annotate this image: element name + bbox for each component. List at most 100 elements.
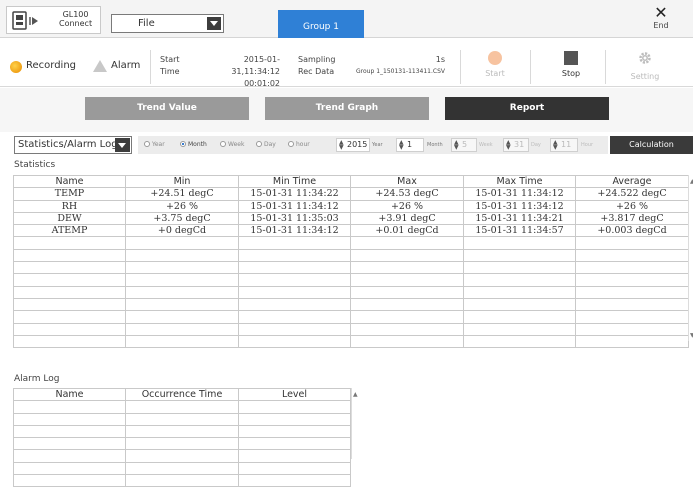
- table-cell: [575, 322, 689, 336]
- file-dropdown[interactable]: File: [111, 14, 224, 33]
- sampling-label: Sampling: [298, 55, 336, 64]
- sampling-value: 1s: [435, 55, 445, 64]
- column-header: Occurrence Time: [125, 387, 239, 402]
- table-cell: [350, 297, 464, 312]
- year-stepper[interactable]: ▲ ▼ 2015: [336, 138, 370, 152]
- month-stepper[interactable]: ▲ ▼ 1: [396, 138, 424, 152]
- table-row-empty: [13, 449, 351, 463]
- log-type-dropdown[interactable]: Statistics/Alarm Log: [14, 136, 132, 154]
- table-cell: [13, 297, 126, 312]
- table-cell: [238, 449, 351, 463]
- table-cell: [13, 322, 126, 336]
- sampling-labels: Sampling Rec Data: [298, 54, 335, 78]
- radio-circle-icon: [256, 141, 262, 147]
- table-cell: +0.01 degCd: [350, 224, 464, 238]
- statistics-title: Statistics: [14, 160, 56, 170]
- chevron-down-icon: [207, 17, 221, 30]
- radio-label: Year: [152, 141, 165, 148]
- table-cell: ATEMP: [13, 224, 126, 238]
- start-button[interactable]: Start: [470, 51, 520, 83]
- start-value: 2015-01-31,11:34:12: [231, 55, 280, 76]
- table-cell: 15-01-31 11:34:12: [463, 187, 576, 201]
- device-connect-button[interactable]: GL100 Connect: [6, 6, 101, 34]
- table-row[interactable]: ATEMP +0 degCd 15-01-31 11:34:12 +0.01 degC…: [13, 224, 689, 238]
- close-icon: ✕: [654, 3, 668, 22]
- hour-stepper[interactable]: ▲ ▼ 11: [550, 138, 578, 152]
- scroll-up-icon: ▲: [353, 391, 358, 398]
- table-cell: [575, 310, 689, 324]
- table-row-empty: [13, 236, 689, 250]
- table-cell: [463, 248, 576, 263]
- table-cell: [13, 474, 126, 487]
- table-cell: [13, 334, 126, 349]
- radio-month[interactable]: Month: [180, 141, 207, 148]
- chevron-down-icon: [115, 138, 130, 152]
- top-bar: GL100 Connect File Group 1 ✕ End: [0, 0, 693, 38]
- file-dropdown-label: File: [138, 18, 155, 29]
- table-cell: 15-01-31 11:34:12: [238, 199, 351, 213]
- table-cell: [13, 449, 126, 463]
- table-row[interactable]: TEMP +24.51 degC 15-01-31 11:34:22 +24.53 d…: [13, 187, 689, 201]
- hour-value: 11: [561, 140, 572, 149]
- radio-hour[interactable]: hour: [288, 141, 310, 148]
- divider: [530, 50, 531, 84]
- table-row-empty: [13, 285, 689, 299]
- table-cell: [575, 297, 689, 312]
- table-cell: [463, 273, 576, 287]
- column-header: Name: [13, 387, 126, 402]
- stop-button[interactable]: Stop: [546, 51, 596, 83]
- table-cell: [13, 424, 126, 439]
- period-selector: Year Month Week Day hour ▲ ▼ 2015 Year ▲ ▼ 1…: [138, 136, 608, 154]
- alarm-log-scrollbar[interactable]: ▲: [351, 388, 359, 459]
- tab-group-1[interactable]: Group 1: [278, 10, 364, 38]
- alarm-label: Alarm: [111, 60, 141, 71]
- day-unit: Day: [531, 142, 541, 148]
- radio-week[interactable]: Week: [220, 141, 244, 148]
- rec-data-label: Rec Data: [298, 67, 335, 76]
- table-cell: [575, 334, 689, 349]
- statistics-table: Name Min Min Time Max Max Time Average T…: [13, 174, 689, 349]
- radio-label: hour: [296, 141, 310, 148]
- table-cell: [238, 400, 351, 414]
- table-cell: 15-01-31 11:34:22: [238, 187, 351, 201]
- table-cell: [463, 297, 576, 312]
- radio-circle-icon: [144, 141, 150, 147]
- setting-button[interactable]: Setting: [620, 51, 670, 83]
- table-row-empty: [13, 424, 351, 439]
- statistics-scrollbar[interactable]: ▲ ▼: [688, 175, 693, 341]
- table-cell: +26 %: [575, 199, 689, 213]
- radio-day[interactable]: Day: [256, 141, 276, 148]
- table-cell: [125, 461, 239, 476]
- stepper-arrows-icon: ▲ ▼: [454, 139, 459, 151]
- table-cell: [13, 437, 126, 451]
- calculation-button[interactable]: Calculation: [610, 136, 693, 154]
- table-cell: [238, 273, 351, 287]
- warning-triangle-icon: [93, 60, 107, 72]
- report-button[interactable]: Report: [445, 97, 609, 120]
- recording-label: Recording: [26, 60, 77, 71]
- table-cell: +3.91 degC: [350, 211, 464, 226]
- table-cell: [463, 310, 576, 324]
- trend-value-button[interactable]: Trend Value: [85, 97, 249, 120]
- year-value: 2015: [347, 140, 368, 149]
- table-cell: +26 %: [125, 199, 239, 213]
- table-cell: [350, 322, 464, 336]
- table-row[interactable]: RH +26 % 15-01-31 11:34:12 +26 % 15-01-31 11…: [13, 199, 689, 213]
- day-stepper[interactable]: ▲ ▼ 31: [503, 138, 529, 152]
- device-name: GL100 Connect: [59, 10, 92, 28]
- record-icon: [488, 51, 502, 65]
- table-cell: [125, 285, 239, 299]
- month-value: 1: [407, 140, 413, 149]
- trend-graph-button[interactable]: Trend Graph: [265, 97, 429, 120]
- column-header: Min Time: [238, 174, 351, 189]
- table-cell: [125, 248, 239, 263]
- table-row-empty: [13, 334, 689, 349]
- table-row[interactable]: DEW +3.75 degC 15-01-31 11:35:03 +3.91 degC…: [13, 211, 689, 226]
- table-row-empty: [13, 322, 689, 336]
- column-header: Max: [350, 174, 464, 189]
- table-cell: [125, 437, 239, 451]
- week-stepper[interactable]: ▲ ▼ 5: [451, 138, 477, 152]
- table-row-empty: [13, 437, 351, 451]
- end-button[interactable]: ✕ End: [641, 5, 681, 35]
- radio-year[interactable]: Year: [144, 141, 165, 148]
